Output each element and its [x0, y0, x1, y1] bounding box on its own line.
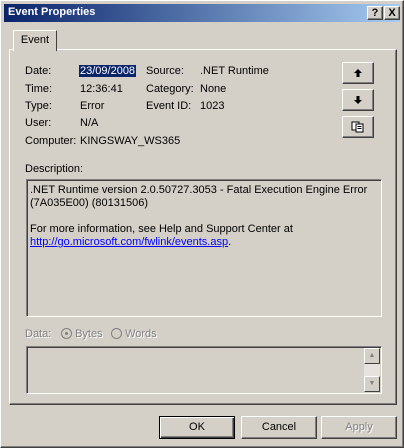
description-text-box[interactable]: .NET Runtime version 2.0.50727.3053 - Fa…: [26, 179, 382, 317]
bytes-radio[interactable]: Bytes: [61, 328, 103, 340]
cancel-button[interactable]: Cancel: [241, 416, 317, 439]
date-label: Date:: [25, 65, 52, 77]
previous-event-button[interactable]: [342, 62, 374, 84]
copy-button[interactable]: [342, 116, 374, 138]
next-event-button[interactable]: [342, 89, 374, 111]
category-value: None: [200, 83, 227, 95]
tab-event[interactable]: Event: [13, 30, 57, 51]
data-scrollbar[interactable]: ▲ ▼: [364, 348, 380, 392]
link-suffix: .: [228, 236, 232, 248]
user-label: User:: [25, 117, 52, 129]
apply-button[interactable]: Apply: [321, 416, 397, 439]
type-label: Type:: [25, 100, 52, 112]
source-label: Source:: [146, 65, 184, 77]
date-value[interactable]: 23/09/2008: [79, 65, 137, 77]
scroll-up-icon[interactable]: ▲: [364, 348, 380, 364]
description-label: Description:: [25, 163, 84, 175]
data-text-box[interactable]: ▲ ▼: [26, 346, 382, 394]
time-label: Time:: [25, 83, 53, 95]
bytes-radio-label: Bytes: [75, 328, 103, 340]
time-value: 12:36:41: [80, 83, 123, 95]
eventid-label: Event ID:: [146, 100, 192, 112]
data-label: Data:: [25, 328, 52, 340]
source-value: .NET Runtime: [200, 65, 269, 77]
title-bar[interactable]: Event Properties ? X: [4, 4, 400, 22]
description-line-1: .NET Runtime version 2.0.50727.3053 - Fa…: [30, 184, 368, 209]
user-value: N/A: [80, 117, 99, 129]
help-link[interactable]: http://go.microsoft.com/fwlink/events.as…: [30, 236, 228, 248]
copy-icon: [351, 121, 364, 133]
bytes-radio-circle: [61, 328, 72, 339]
words-radio-label: Words: [125, 328, 157, 340]
window-title: Event Properties: [8, 6, 96, 18]
arrow-up-icon: [354, 69, 362, 77]
type-value: Error: [80, 100, 105, 112]
eventid-value: 1023: [200, 100, 225, 112]
arrow-down-icon: [354, 96, 362, 104]
description-line-2: For more information, see Help and Suppo…: [30, 223, 293, 235]
help-button[interactable]: ?: [367, 6, 383, 20]
computer-value: KINGSWAY_WS365: [80, 135, 181, 147]
words-radio-circle: [111, 328, 122, 339]
close-button[interactable]: X: [384, 6, 400, 20]
category-label: Category:: [146, 83, 194, 95]
ok-button[interactable]: OK: [159, 416, 235, 439]
scroll-down-icon[interactable]: ▼: [364, 376, 380, 392]
words-radio[interactable]: Words: [111, 328, 157, 340]
computer-label: Computer:: [25, 135, 77, 147]
event-properties-dialog: Event Properties ? X Event Date: Time: T…: [0, 0, 404, 448]
